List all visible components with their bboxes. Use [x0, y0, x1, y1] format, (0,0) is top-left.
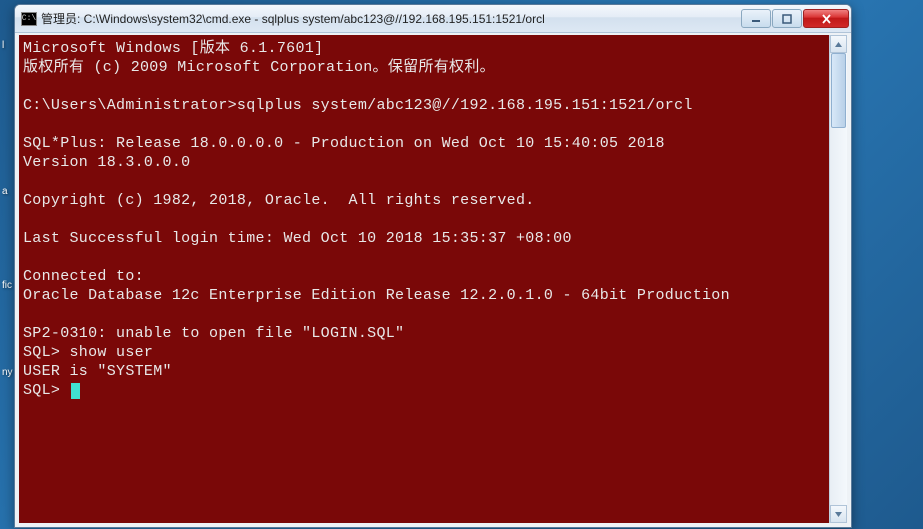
console-line: Version 18.3.0.0.0 [23, 154, 190, 171]
console-line: Last Successful login time: Wed Oct 10 2… [23, 230, 572, 247]
minimize-icon [751, 14, 761, 24]
console-line: Connected to: [23, 268, 144, 285]
scroll-up-button[interactable] [830, 35, 847, 53]
console-line: Microsoft Windows [版本 6.1.7601] [23, 40, 323, 57]
scroll-track[interactable] [830, 53, 847, 505]
title-prefix: 管理员: [41, 12, 84, 26]
scroll-down-button[interactable] [830, 505, 847, 523]
chevron-down-icon [834, 510, 843, 519]
maximize-button[interactable] [772, 9, 802, 28]
window-title: 管理员: C:\Windows\system32\cmd.exe - sqlpl… [41, 10, 741, 27]
titlebar[interactable]: C:\ 管理员: C:\Windows\system32\cmd.exe - s… [15, 5, 851, 33]
vertical-scrollbar[interactable] [829, 35, 847, 523]
console-output[interactable]: Microsoft Windows [版本 6.1.7601] 版权所有 (c)… [19, 35, 829, 523]
minimize-button[interactable] [741, 9, 771, 28]
desktop-icon-fragment: l [2, 40, 14, 51]
desktop-icon-fragment: ny [2, 367, 14, 378]
close-icon [821, 14, 832, 24]
chevron-up-icon [834, 40, 843, 49]
console-line: USER is "SYSTEM" [23, 363, 172, 380]
cmd-icon: C:\ [21, 12, 37, 26]
scroll-thumb[interactable] [831, 53, 846, 128]
desktop-icon-fragment: a [2, 186, 14, 197]
console-line: Oracle Database 12c Enterprise Edition R… [23, 287, 730, 304]
console-line: Copyright (c) 1982, 2018, Oracle. All ri… [23, 192, 535, 209]
cmd-window: C:\ 管理员: C:\Windows\system32\cmd.exe - s… [14, 4, 852, 528]
console-line: SQL*Plus: Release 18.0.0.0.0 - Productio… [23, 135, 665, 152]
close-button[interactable] [803, 9, 849, 28]
window-controls [741, 9, 849, 28]
maximize-icon [782, 14, 792, 24]
cursor [71, 383, 80, 399]
console-line: SQL> show user [23, 344, 153, 361]
title-path: C:\Windows\system32\cmd.exe - sqlplus sy… [84, 12, 545, 26]
console-line: C:\Users\Administrator>sqlplus system/ab… [23, 97, 693, 114]
console-line: SP2-0310: unable to open file "LOGIN.SQL… [23, 325, 404, 342]
console-line: 版权所有 (c) 2009 Microsoft Corporation。保留所有… [23, 59, 495, 76]
console-prompt: SQL> [23, 382, 70, 399]
console-area: Microsoft Windows [版本 6.1.7601] 版权所有 (c)… [15, 33, 851, 527]
desktop-icon-fragment: fic [2, 280, 14, 291]
